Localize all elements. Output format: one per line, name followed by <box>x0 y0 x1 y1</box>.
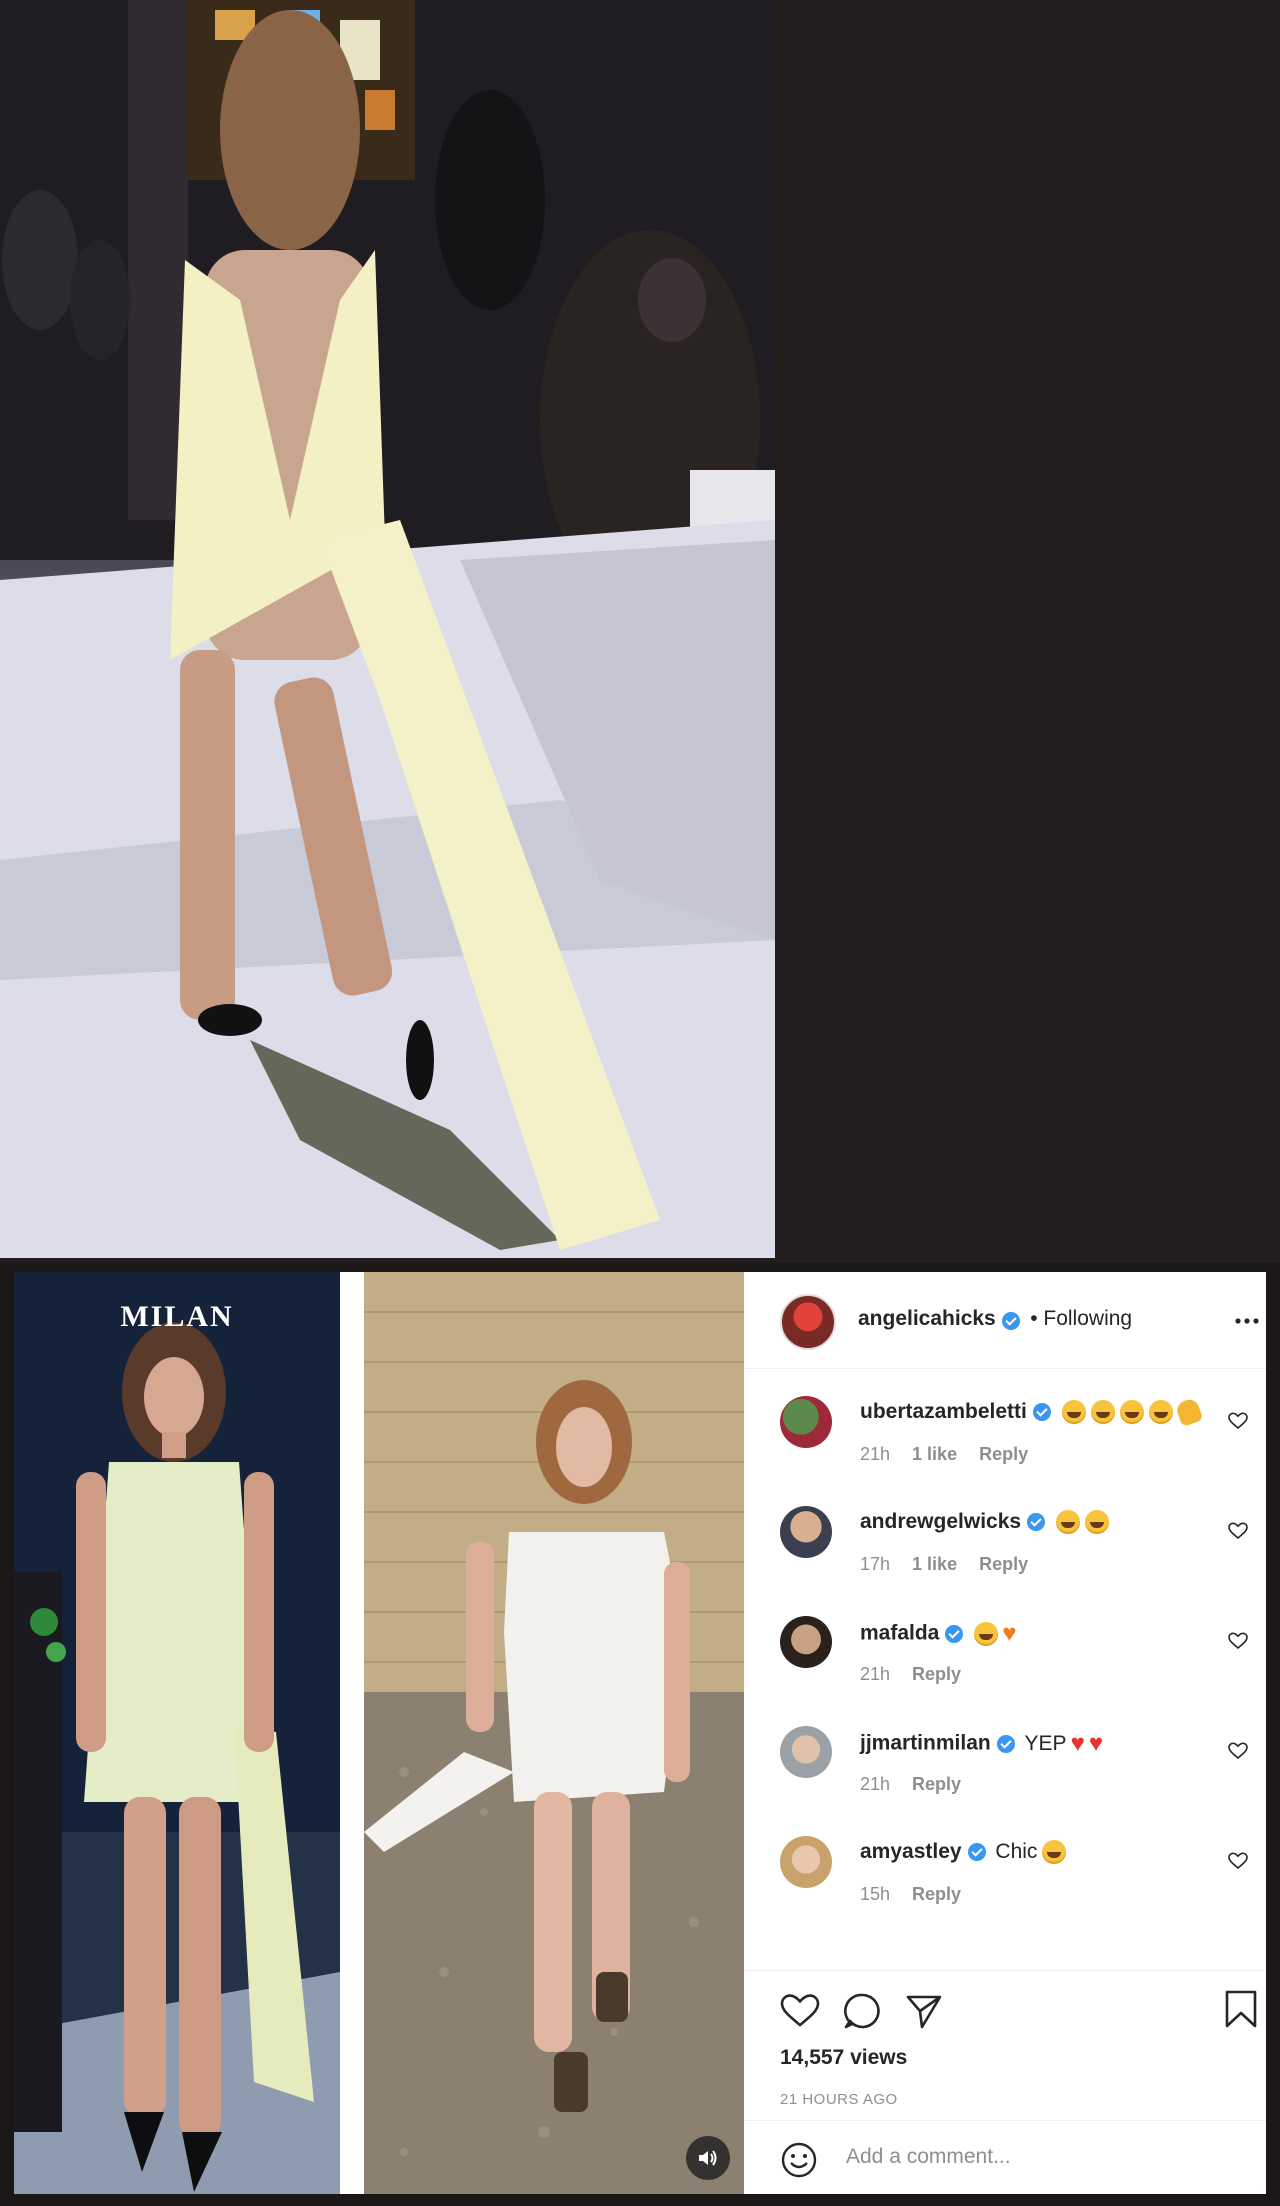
laughing-emoji-icon <box>974 1622 999 1646</box>
commenter-avatar[interactable] <box>780 1836 832 1888</box>
milan-photo-illustration <box>14 1272 340 2194</box>
post-header: angelicahicks • Following <box>744 1272 1266 1369</box>
commenter-avatar[interactable] <box>780 1616 832 1668</box>
commenter-username[interactable]: ubertazambeletti <box>860 1400 1027 1423</box>
comment-text-line: amyastley Chic <box>860 1840 1067 1865</box>
verified-badge-icon <box>967 1843 986 1862</box>
comment-item: mafalda ♥ 21h Reply <box>744 1600 1266 1710</box>
share-icon[interactable] <box>904 1991 944 2036</box>
stone-wall-photo <box>364 1272 744 2194</box>
wall-photo-illustration <box>364 1272 744 2194</box>
more-options-icon[interactable] <box>1234 1308 1260 1339</box>
verified-badge-icon <box>945 1625 964 1643</box>
commenter-username[interactable]: jjmartinmilan <box>860 1732 991 1755</box>
comment-meta: 15h Reply <box>860 1884 983 1905</box>
volume-button[interactable] <box>686 2136 730 2180</box>
comment-text-line: mafalda ♥ <box>860 1620 1016 1648</box>
author-line: angelicahicks • Following <box>858 1307 1132 1331</box>
milan-title: MILAN <box>120 1300 234 1333</box>
comment-likes[interactable]: 1 like <box>912 1554 957 1574</box>
laughing-emoji-icon <box>1084 1510 1109 1535</box>
follow-status[interactable]: • Following <box>1030 1307 1132 1330</box>
comment-text: Chic <box>995 1840 1038 1863</box>
instagram-post-panel: angelicahicks • Following ubertazambelet… <box>744 1272 1266 2194</box>
bookmark-icon[interactable] <box>1224 1989 1258 2034</box>
laughing-emoji-icon <box>1119 1400 1144 1425</box>
add-comment-input[interactable]: Add a comment... <box>846 2145 1011 2169</box>
verified-badge-icon <box>996 1735 1015 1753</box>
like-comment-heart-icon[interactable] <box>1228 1522 1248 1545</box>
post-action-bar <box>744 1970 1266 2101</box>
comment-meta: 21h Reply <box>860 1774 983 1795</box>
red-heart-emoji-icon: ♥ <box>1070 1730 1085 1757</box>
comment-text-line: ubertazambeletti <box>860 1397 1204 1428</box>
comment-meta: 17h 1 like Reply <box>860 1554 1050 1575</box>
emoji-icon[interactable] <box>780 2141 818 2184</box>
comment-time[interactable]: 15h <box>860 1884 890 1904</box>
orange-heart-emoji-icon: ♥ <box>1002 1620 1017 1647</box>
author-username[interactable]: angelicahicks <box>858 1307 996 1330</box>
commenter-username[interactable]: andrewgelwicks <box>860 1510 1021 1533</box>
reply-button[interactable]: Reply <box>979 1444 1028 1464</box>
comment-text-line: andrewgelwicks <box>860 1510 1109 1535</box>
commenter-avatar[interactable] <box>780 1726 832 1778</box>
runway-photo-back-view <box>0 0 775 1258</box>
like-comment-heart-icon[interactable] <box>1228 1412 1248 1435</box>
comment-time[interactable]: 21h <box>860 1664 890 1684</box>
laughing-emoji-icon <box>1055 1510 1080 1535</box>
watermark-logo: am730 <box>1088 2117 1261 2182</box>
verified-badge-icon <box>1027 1513 1046 1532</box>
laughing-emoji-icon <box>1042 1840 1067 1865</box>
view-count: 14,557 views <box>780 2046 908 2069</box>
comment-time[interactable]: 21h <box>860 1444 890 1464</box>
reply-button[interactable]: Reply <box>979 1554 1028 1574</box>
like-comment-heart-icon[interactable] <box>1228 1742 1248 1765</box>
photo-divider <box>340 1272 364 2194</box>
post-timestamp[interactable]: 21 HOURS AGO <box>780 2091 898 2108</box>
comment-item: andrewgelwicks 17h 1 like Reply <box>744 1490 1266 1600</box>
commenter-avatar[interactable] <box>780 1396 832 1448</box>
reply-button[interactable]: Reply <box>912 1884 961 1904</box>
comment-time[interactable]: 17h <box>860 1554 890 1574</box>
laughing-emoji-icon <box>1148 1400 1173 1425</box>
comment-likes[interactable]: 1 like <box>912 1444 957 1464</box>
clapping-emoji-icon <box>1174 1397 1204 1428</box>
milan-runway-photo: MILAN <box>14 1272 340 2194</box>
comment-text: YEP <box>1024 1731 1067 1755</box>
comment-item: ubertazambeletti 21h 1 like Reply <box>744 1380 1266 1490</box>
comment-meta: 21h 1 like Reply <box>860 1444 1050 1465</box>
runway-photo-illustration <box>0 0 775 1258</box>
comment-text-line: jjmartinmilan YEP ♥ ♥ <box>860 1730 1103 1758</box>
red-heart-emoji-icon: ♥ <box>1088 1730 1104 1757</box>
reply-button[interactable]: Reply <box>912 1774 961 1794</box>
like-comment-heart-icon[interactable] <box>1228 1632 1248 1655</box>
commenter-username[interactable]: amyastley <box>860 1840 962 1863</box>
reply-button[interactable]: Reply <box>912 1664 961 1684</box>
comment-item: jjmartinmilan YEP ♥ ♥ 21h Reply <box>744 1710 1266 1820</box>
comment-icon[interactable] <box>842 1991 882 2036</box>
verified-badge-icon <box>1001 1311 1020 1330</box>
commenter-username[interactable]: mafalda <box>860 1622 939 1645</box>
author-avatar[interactable] <box>780 1294 836 1350</box>
laughing-emoji-icon <box>1061 1400 1086 1425</box>
comment-item: amyastley Chic 15h Reply <box>744 1820 1266 1930</box>
heart-icon[interactable] <box>780 1993 820 2034</box>
commenter-avatar[interactable] <box>780 1506 832 1558</box>
like-comment-heart-icon[interactable] <box>1228 1852 1248 1875</box>
verified-badge-icon <box>1032 1403 1051 1422</box>
comment-meta: 21h Reply <box>860 1664 983 1685</box>
volume-icon <box>699 2150 717 2166</box>
comment-time[interactable]: 21h <box>860 1774 890 1794</box>
laughing-emoji-icon <box>1090 1400 1115 1425</box>
